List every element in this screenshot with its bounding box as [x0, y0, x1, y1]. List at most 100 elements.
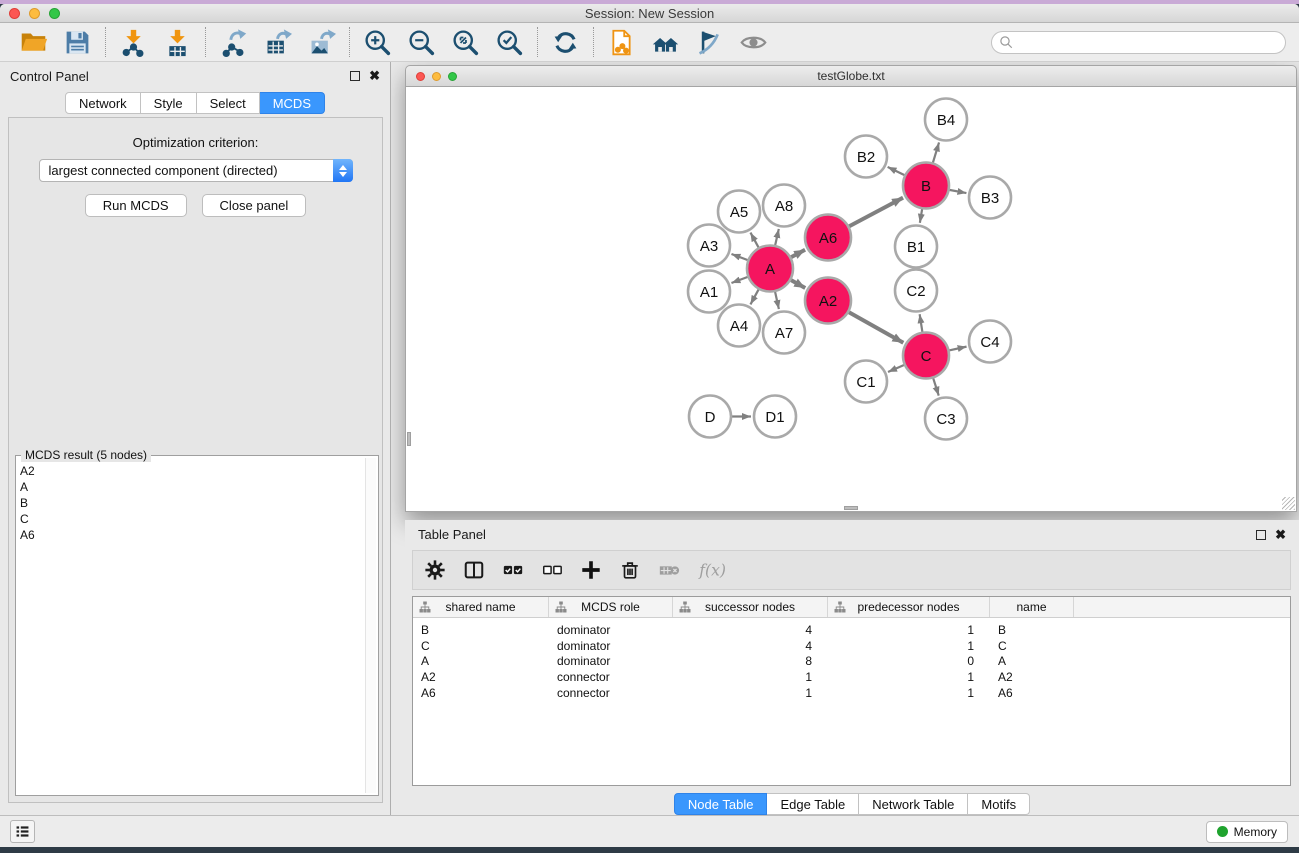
export-image-icon[interactable] — [307, 28, 336, 57]
memory-button[interactable]: Memory — [1206, 821, 1288, 843]
graph-node-C1[interactable]: C1 — [845, 361, 887, 403]
zoom-fit-icon[interactable] — [451, 28, 480, 57]
graph-edge-B-B4[interactable] — [933, 142, 939, 163]
graph-edge-A-A2[interactable] — [790, 280, 805, 288]
graph-edge-A-A1[interactable] — [731, 277, 748, 283]
refresh-layout-icon[interactable] — [551, 28, 580, 57]
network-zoom-button[interactable] — [448, 72, 457, 81]
open-file-icon[interactable] — [19, 28, 48, 57]
zoom-in-icon[interactable] — [363, 28, 392, 57]
graph-node-C[interactable]: C — [903, 333, 949, 379]
criterion-dropdown[interactable]: largest connected component (directed) — [39, 159, 353, 182]
search-box[interactable] — [991, 31, 1286, 54]
graph-node-A8[interactable]: A8 — [763, 185, 805, 227]
graph-node-B4[interactable]: B4 — [925, 99, 967, 141]
graph-node-B[interactable]: B — [903, 163, 949, 209]
graph-edge-A6-B[interactable] — [848, 198, 903, 227]
zoom-selected-icon[interactable] — [495, 28, 524, 57]
close-panel-button[interactable]: Close panel — [202, 194, 307, 217]
zoom-out-icon[interactable] — [407, 28, 436, 57]
mcds-result-item[interactable]: A — [20, 479, 362, 495]
graph-edge-B-B2[interactable] — [888, 167, 906, 176]
column-header-shared-name[interactable]: shared name — [413, 597, 549, 617]
zoom-window-button[interactable] — [49, 8, 60, 19]
add-row-icon[interactable] — [580, 559, 602, 581]
tab-mcds[interactable]: MCDS — [260, 92, 325, 114]
graph-edge-A-A4[interactable] — [750, 289, 759, 305]
home-layout-icon[interactable] — [651, 28, 680, 57]
close-table-panel-icon[interactable]: ✖ — [1275, 530, 1286, 540]
float-table-panel-icon[interactable] — [1256, 530, 1266, 540]
table-row[interactable]: A6connector11A6 — [413, 685, 1290, 701]
gear-icon[interactable] — [424, 559, 446, 581]
tab-network[interactable]: Network — [65, 92, 141, 114]
float-panel-icon[interactable] — [350, 71, 360, 81]
task-history-button[interactable] — [10, 820, 35, 843]
run-mcds-button[interactable]: Run MCDS — [85, 194, 187, 217]
table-row[interactable]: Adominator80A — [413, 654, 1290, 670]
close-window-button[interactable] — [9, 8, 20, 19]
graph-edge-B-B1[interactable] — [920, 208, 922, 223]
minimize-window-button[interactable] — [29, 8, 40, 19]
network-minimize-button[interactable] — [432, 72, 441, 81]
graph-edge-C-C1[interactable] — [888, 365, 905, 372]
graph-edge-C-C4[interactable] — [948, 347, 966, 351]
tab-network-table[interactable]: Network Table — [859, 793, 968, 815]
mcds-result-item[interactable]: C — [20, 511, 362, 527]
graph-node-C4[interactable]: C4 — [969, 321, 1011, 363]
show-details-icon[interactable] — [739, 28, 768, 57]
graph-edge-A-A7[interactable] — [775, 291, 779, 309]
graph-node-A6[interactable]: A6 — [805, 215, 851, 261]
graph-node-A[interactable]: A — [747, 246, 793, 292]
search-input[interactable] — [1018, 35, 1278, 49]
graph-node-A3[interactable]: A3 — [688, 225, 730, 267]
graph-node-A5[interactable]: A5 — [718, 191, 760, 233]
resize-grip[interactable] — [1282, 497, 1295, 510]
export-table-icon[interactable] — [263, 28, 292, 57]
network-window-titlebar[interactable]: testGlobe.txt — [405, 65, 1297, 87]
graph-node-C3[interactable]: C3 — [925, 398, 967, 440]
mcds-result-item[interactable]: A2 — [20, 463, 362, 479]
table-row[interactable]: A2connector11A2 — [413, 669, 1290, 685]
tab-select[interactable]: Select — [197, 92, 260, 114]
import-table-icon[interactable] — [163, 28, 192, 57]
select-all-icon[interactable] — [502, 559, 524, 581]
mcds-result-item[interactable]: A6 — [20, 527, 362, 543]
network-canvas[interactable]: B4B2BB3A8A5A6A3B1AA1C2A2A4A7C4CC1DD1C3 — [405, 87, 1297, 512]
import-network-icon[interactable] — [119, 28, 148, 57]
column-header-name[interactable]: name — [990, 597, 1074, 617]
graph-node-B1[interactable]: B1 — [895, 226, 937, 268]
graph-edge-A2-C[interactable] — [848, 312, 903, 343]
columns-icon[interactable] — [463, 559, 485, 581]
vertical-scrollbar-thumb[interactable] — [407, 432, 411, 446]
column-header-successor-nodes[interactable]: successor nodes — [673, 597, 828, 617]
save-session-icon[interactable] — [63, 28, 92, 57]
network-close-button[interactable] — [416, 72, 425, 81]
graph-node-B3[interactable]: B3 — [969, 177, 1011, 219]
graph-edge-A-A6[interactable] — [790, 250, 805, 258]
graph-edge-A-A3[interactable] — [731, 254, 748, 260]
graph-node-A4[interactable]: A4 — [718, 305, 760, 347]
graph-node-A2[interactable]: A2 — [805, 278, 851, 324]
tab-motifs[interactable]: Motifs — [968, 793, 1030, 815]
graph-node-B2[interactable]: B2 — [845, 136, 887, 178]
graph-edge-C-C2[interactable] — [920, 314, 923, 333]
table-row[interactable]: Cdominator41C — [413, 638, 1290, 654]
graph-node-C2[interactable]: C2 — [895, 270, 937, 312]
close-panel-icon[interactable]: ✖ — [369, 71, 380, 81]
export-network-icon[interactable] — [219, 28, 248, 57]
mcds-result-item[interactable]: B — [20, 495, 362, 511]
table-row[interactable]: Bdominator41B — [413, 622, 1290, 638]
hide-details-icon[interactable] — [695, 28, 724, 57]
graph-node-A7[interactable]: A7 — [763, 312, 805, 354]
horizontal-scrollbar-thumb[interactable] — [844, 506, 858, 510]
graph-edge-A-A8[interactable] — [775, 229, 779, 246]
new-network-icon[interactable] — [607, 28, 636, 57]
tab-node-table[interactable]: Node Table — [674, 793, 768, 815]
graph-node-D[interactable]: D — [689, 396, 731, 438]
column-header-MCDS-role[interactable]: MCDS role — [549, 597, 673, 617]
tab-style[interactable]: Style — [141, 92, 197, 114]
graph-edge-C-C3[interactable] — [933, 377, 939, 395]
tab-edge-table[interactable]: Edge Table — [767, 793, 859, 815]
delete-row-icon[interactable] — [619, 559, 641, 581]
